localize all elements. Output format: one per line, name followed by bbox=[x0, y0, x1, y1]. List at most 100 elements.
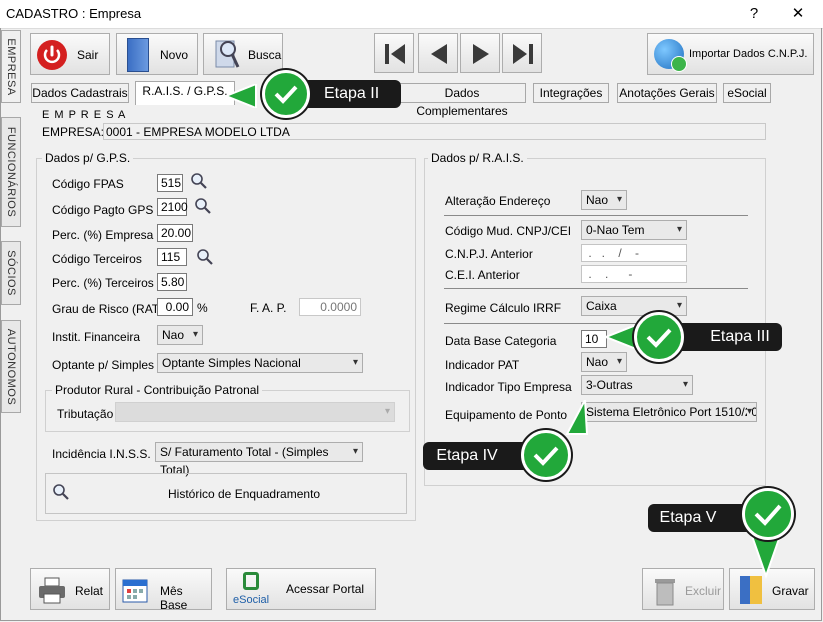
mud-cnpj-select[interactable]: 0-Nao Tem ▾ bbox=[581, 220, 687, 240]
next-icon bbox=[473, 44, 489, 64]
tab-integracoes[interactable]: Integrações bbox=[533, 83, 609, 103]
search-document-icon bbox=[214, 37, 240, 71]
tab-esocial[interactable]: eSocial bbox=[723, 83, 771, 103]
perc-empresa-input[interactable]: 20.00 bbox=[157, 224, 193, 242]
perc-terceiros-input[interactable]: 5.80 bbox=[157, 273, 187, 291]
grau-risco-input[interactable]: 0.00 bbox=[157, 298, 193, 316]
skip-last-icon bbox=[513, 44, 533, 64]
busca-button[interactable]: Busca bbox=[203, 33, 283, 75]
codigo-terceiros-label: Código Terceiros bbox=[52, 252, 142, 266]
optante-simples-select[interactable]: Optante Simples Nacional ▾ bbox=[157, 353, 363, 373]
cei-anterior-input[interactable]: . . - bbox=[581, 265, 687, 283]
instit-financeira-label: Instit. Financeira bbox=[52, 330, 141, 344]
cnpj-anterior-input[interactable]: . . / - bbox=[581, 244, 687, 262]
fap-label: F. A. P. bbox=[250, 301, 287, 315]
window-title: CADASTRO : Empresa bbox=[6, 6, 142, 21]
search-icon[interactable] bbox=[196, 248, 214, 266]
cnpj-anterior-label: C.N.P.J. Anterior bbox=[445, 247, 533, 261]
regime-irrf-label: Regime Cálculo IRRF bbox=[445, 301, 562, 315]
skip-first-icon bbox=[385, 44, 405, 64]
first-record-button[interactable] bbox=[374, 33, 414, 73]
acessar-portal-button[interactable]: eSocial Acessar Portal bbox=[226, 568, 376, 610]
globe-download-icon bbox=[654, 39, 687, 72]
percent-sign: % bbox=[197, 301, 208, 315]
perc-empresa-label: Perc. (%) Empresa bbox=[52, 228, 154, 242]
equipamento-ponto-select[interactable]: Sistema Eletrônico Port 1510/20 ▾ bbox=[581, 402, 757, 422]
tab-dados-complementares[interactable]: Dados Complementares bbox=[398, 83, 526, 118]
empresa-field: 0001 - EMPRESA MODELO LTDA bbox=[103, 123, 766, 140]
chevron-down-icon: ▾ bbox=[192, 329, 198, 340]
next-record-button[interactable] bbox=[460, 33, 500, 73]
incidencia-inss-select[interactable]: S/ Faturamento Total - (Simples Total) ▾ bbox=[155, 442, 363, 477]
etapa5-callout: Etapa V bbox=[648, 488, 798, 580]
chevron-down-icon: ▾ bbox=[352, 357, 358, 368]
chevron-down-icon: ▾ bbox=[682, 379, 688, 390]
mud-cnpj-label: Código Mud. CNPJ/CEI bbox=[445, 224, 572, 238]
etapa3-callout: Etapa III bbox=[606, 312, 782, 362]
chevron-down-icon: ▾ bbox=[616, 194, 622, 205]
chevron-down-icon: ▾ bbox=[384, 406, 390, 417]
check-icon bbox=[742, 488, 794, 540]
side-tab-empresa[interactable]: EMPRESA bbox=[1, 30, 21, 103]
side-tab-socios[interactable]: SÓCIOS bbox=[1, 241, 21, 305]
separator bbox=[444, 288, 748, 289]
empresa-label: EMPRESA: bbox=[42, 125, 105, 139]
etapa4-callout: Etapa IV bbox=[423, 400, 589, 484]
cei-anterior-label: C.E.I. Anterior bbox=[445, 268, 520, 282]
search-icon bbox=[53, 484, 69, 500]
sair-button[interactable]: Sair bbox=[30, 33, 110, 75]
alteracao-endereco-select[interactable]: Nao ▾ bbox=[581, 190, 627, 210]
tab-dados-cadastrais[interactable]: Dados Cadastrais bbox=[31, 83, 129, 103]
chevron-down-icon: ▾ bbox=[352, 446, 358, 457]
chevron-down-icon: ▾ bbox=[746, 403, 752, 421]
codigo-pagto-input[interactable]: 2100 bbox=[157, 198, 188, 216]
search-icon[interactable] bbox=[190, 172, 208, 190]
tab-anotacoes-gerais[interactable]: Anotações Gerais bbox=[617, 83, 717, 103]
check-icon bbox=[634, 312, 684, 362]
check-icon bbox=[262, 70, 310, 118]
side-tab-funcionarios[interactable]: FUNCIONÁRIOS bbox=[1, 117, 21, 227]
incidencia-inss-label: Incidência I.N.S.S. bbox=[52, 447, 151, 461]
codigo-fpas-label: Código FPAS bbox=[52, 177, 124, 191]
relat-button[interactable]: Relat bbox=[30, 568, 110, 610]
close-button[interactable]: ✕ bbox=[780, 2, 816, 26]
calendar-icon bbox=[122, 579, 148, 603]
historico-enquadramento-button[interactable]: Histórico de Enquadramento bbox=[45, 473, 407, 514]
chevron-down-icon: ▾ bbox=[676, 224, 682, 235]
previous-icon bbox=[431, 44, 447, 64]
codigo-pagto-label: Código Pagto GPS bbox=[52, 203, 154, 217]
novo-button[interactable]: Novo bbox=[116, 33, 198, 75]
power-icon bbox=[37, 40, 67, 70]
optante-simples-label: Optante p/ Simples bbox=[52, 358, 155, 372]
perc-terceiros-label: Perc. (%) Terceiros bbox=[52, 276, 154, 290]
tipo-empresa-select[interactable]: 3-Outras ▾ bbox=[581, 375, 693, 395]
empresa-header: E M P R E S A bbox=[42, 109, 127, 121]
mes-base-button[interactable]: Mês Base bbox=[115, 568, 212, 612]
tributacao-label: Tributação bbox=[57, 407, 114, 421]
importar-cnpj-button[interactable]: Importar Dados C.N.P.J. bbox=[647, 33, 814, 75]
empresa-section: E M P R E S A EMPRESA: 0001 - EMPRESA MO… bbox=[36, 109, 772, 143]
tab-rais-gps[interactable]: R.A.I.S. / G.P.S. bbox=[135, 81, 235, 105]
gps-legend: Dados p/ G.P.S. bbox=[42, 151, 134, 165]
produtor-rural-legend: Produtor Rural - Contribuição Patronal bbox=[52, 383, 263, 397]
indicador-pat-label: Indicador PAT bbox=[445, 358, 520, 372]
help-button[interactable]: ? bbox=[736, 2, 772, 26]
tipo-empresa-label: Indicador Tipo Empresa bbox=[445, 380, 572, 394]
new-document-icon bbox=[127, 38, 149, 72]
instit-financeira-select[interactable]: Nao ▾ bbox=[157, 325, 203, 345]
last-record-button[interactable] bbox=[502, 33, 542, 73]
data-base-label: Data Base Categoria bbox=[445, 334, 557, 348]
rais-legend: Dados p/ R.A.I.S. bbox=[428, 151, 527, 165]
search-icon[interactable] bbox=[194, 197, 212, 215]
codigo-fpas-input[interactable]: 515 bbox=[157, 174, 183, 192]
alteracao-endereco-label: Alteração Endereço bbox=[445, 194, 551, 208]
printer-icon bbox=[39, 577, 65, 604]
data-base-input[interactable]: 10 bbox=[581, 330, 607, 348]
etapa2-callout: Etapa II bbox=[226, 70, 401, 118]
tributacao-select[interactable]: ▾ bbox=[115, 402, 395, 422]
codigo-terceiros-input[interactable]: 115 bbox=[157, 248, 187, 266]
fap-input[interactable]: 0.0000 bbox=[299, 298, 361, 316]
previous-record-button[interactable] bbox=[418, 33, 458, 73]
esocial-logo-icon: eSocial bbox=[233, 572, 269, 608]
side-tab-autonomos[interactable]: AUTONOMOS bbox=[1, 320, 21, 413]
